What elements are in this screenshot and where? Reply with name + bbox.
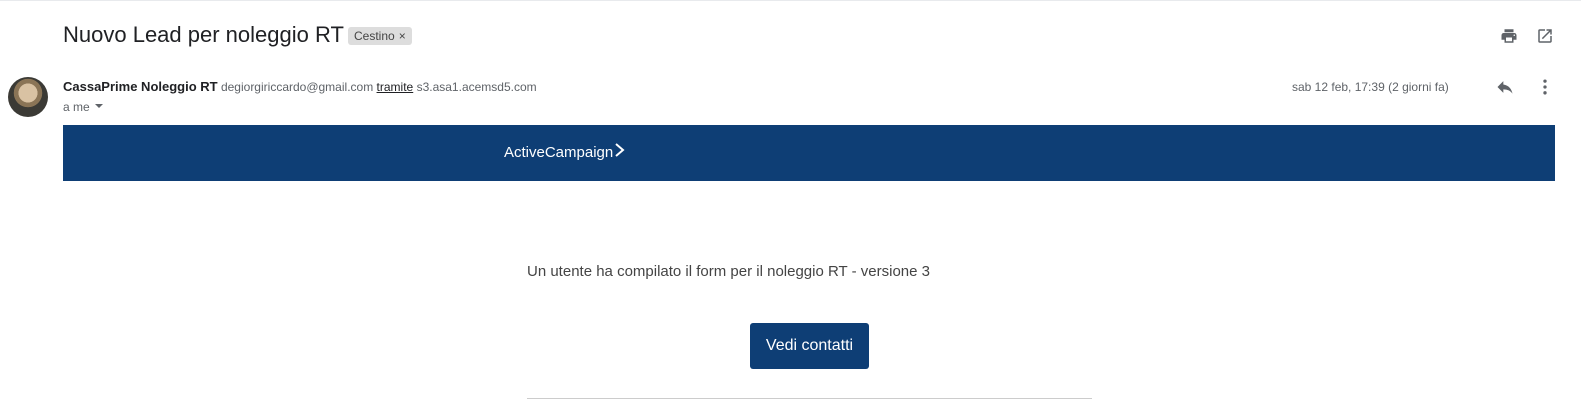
print-icon[interactable] (1497, 24, 1521, 48)
activecampaign-logo: ActiveCampaign (504, 143, 625, 163)
sender-name[interactable]: CassaPrime Noleggio RT (63, 79, 218, 94)
brand-name: ActiveCampaign (504, 144, 614, 161)
label-chip-cestino[interactable]: Cestino × (348, 27, 412, 45)
brand-mark-icon (615, 143, 625, 163)
open-in-new-window-icon[interactable] (1533, 24, 1557, 48)
message-body-text: Un utente ha compilato il form per il no… (527, 263, 930, 280)
via-link[interactable]: tramite (377, 80, 414, 94)
recipient-details-toggle[interactable]: a me (63, 99, 104, 115)
top-divider (0, 0, 1581, 1)
email-date: sab 12 feb, 17:39 (2 giorni fa) (1292, 80, 1449, 94)
email-header-banner: ActiveCampaign (63, 125, 1555, 181)
view-contacts-button[interactable]: Vedi contatti (750, 323, 869, 369)
recipient-label: a me (63, 100, 90, 114)
sender-avatar[interactable] (8, 77, 48, 117)
more-vert-icon[interactable] (1533, 75, 1557, 99)
label-chip-text: Cestino (354, 29, 395, 43)
remove-label-button[interactable]: × (399, 27, 406, 45)
via-domain: s3.asa1.acemsd5.com (416, 80, 537, 94)
sender-email: degiorgiriccardo@gmail.com (220, 80, 374, 94)
sender-line: CassaPrime Noleggio RT degiorgiriccardo@… (63, 79, 537, 95)
reply-icon[interactable] (1493, 75, 1517, 99)
message-divider (527, 398, 1092, 399)
email-subject: Nuovo Lead per noleggio RT (63, 22, 344, 47)
chevron-down-icon (94, 99, 104, 115)
